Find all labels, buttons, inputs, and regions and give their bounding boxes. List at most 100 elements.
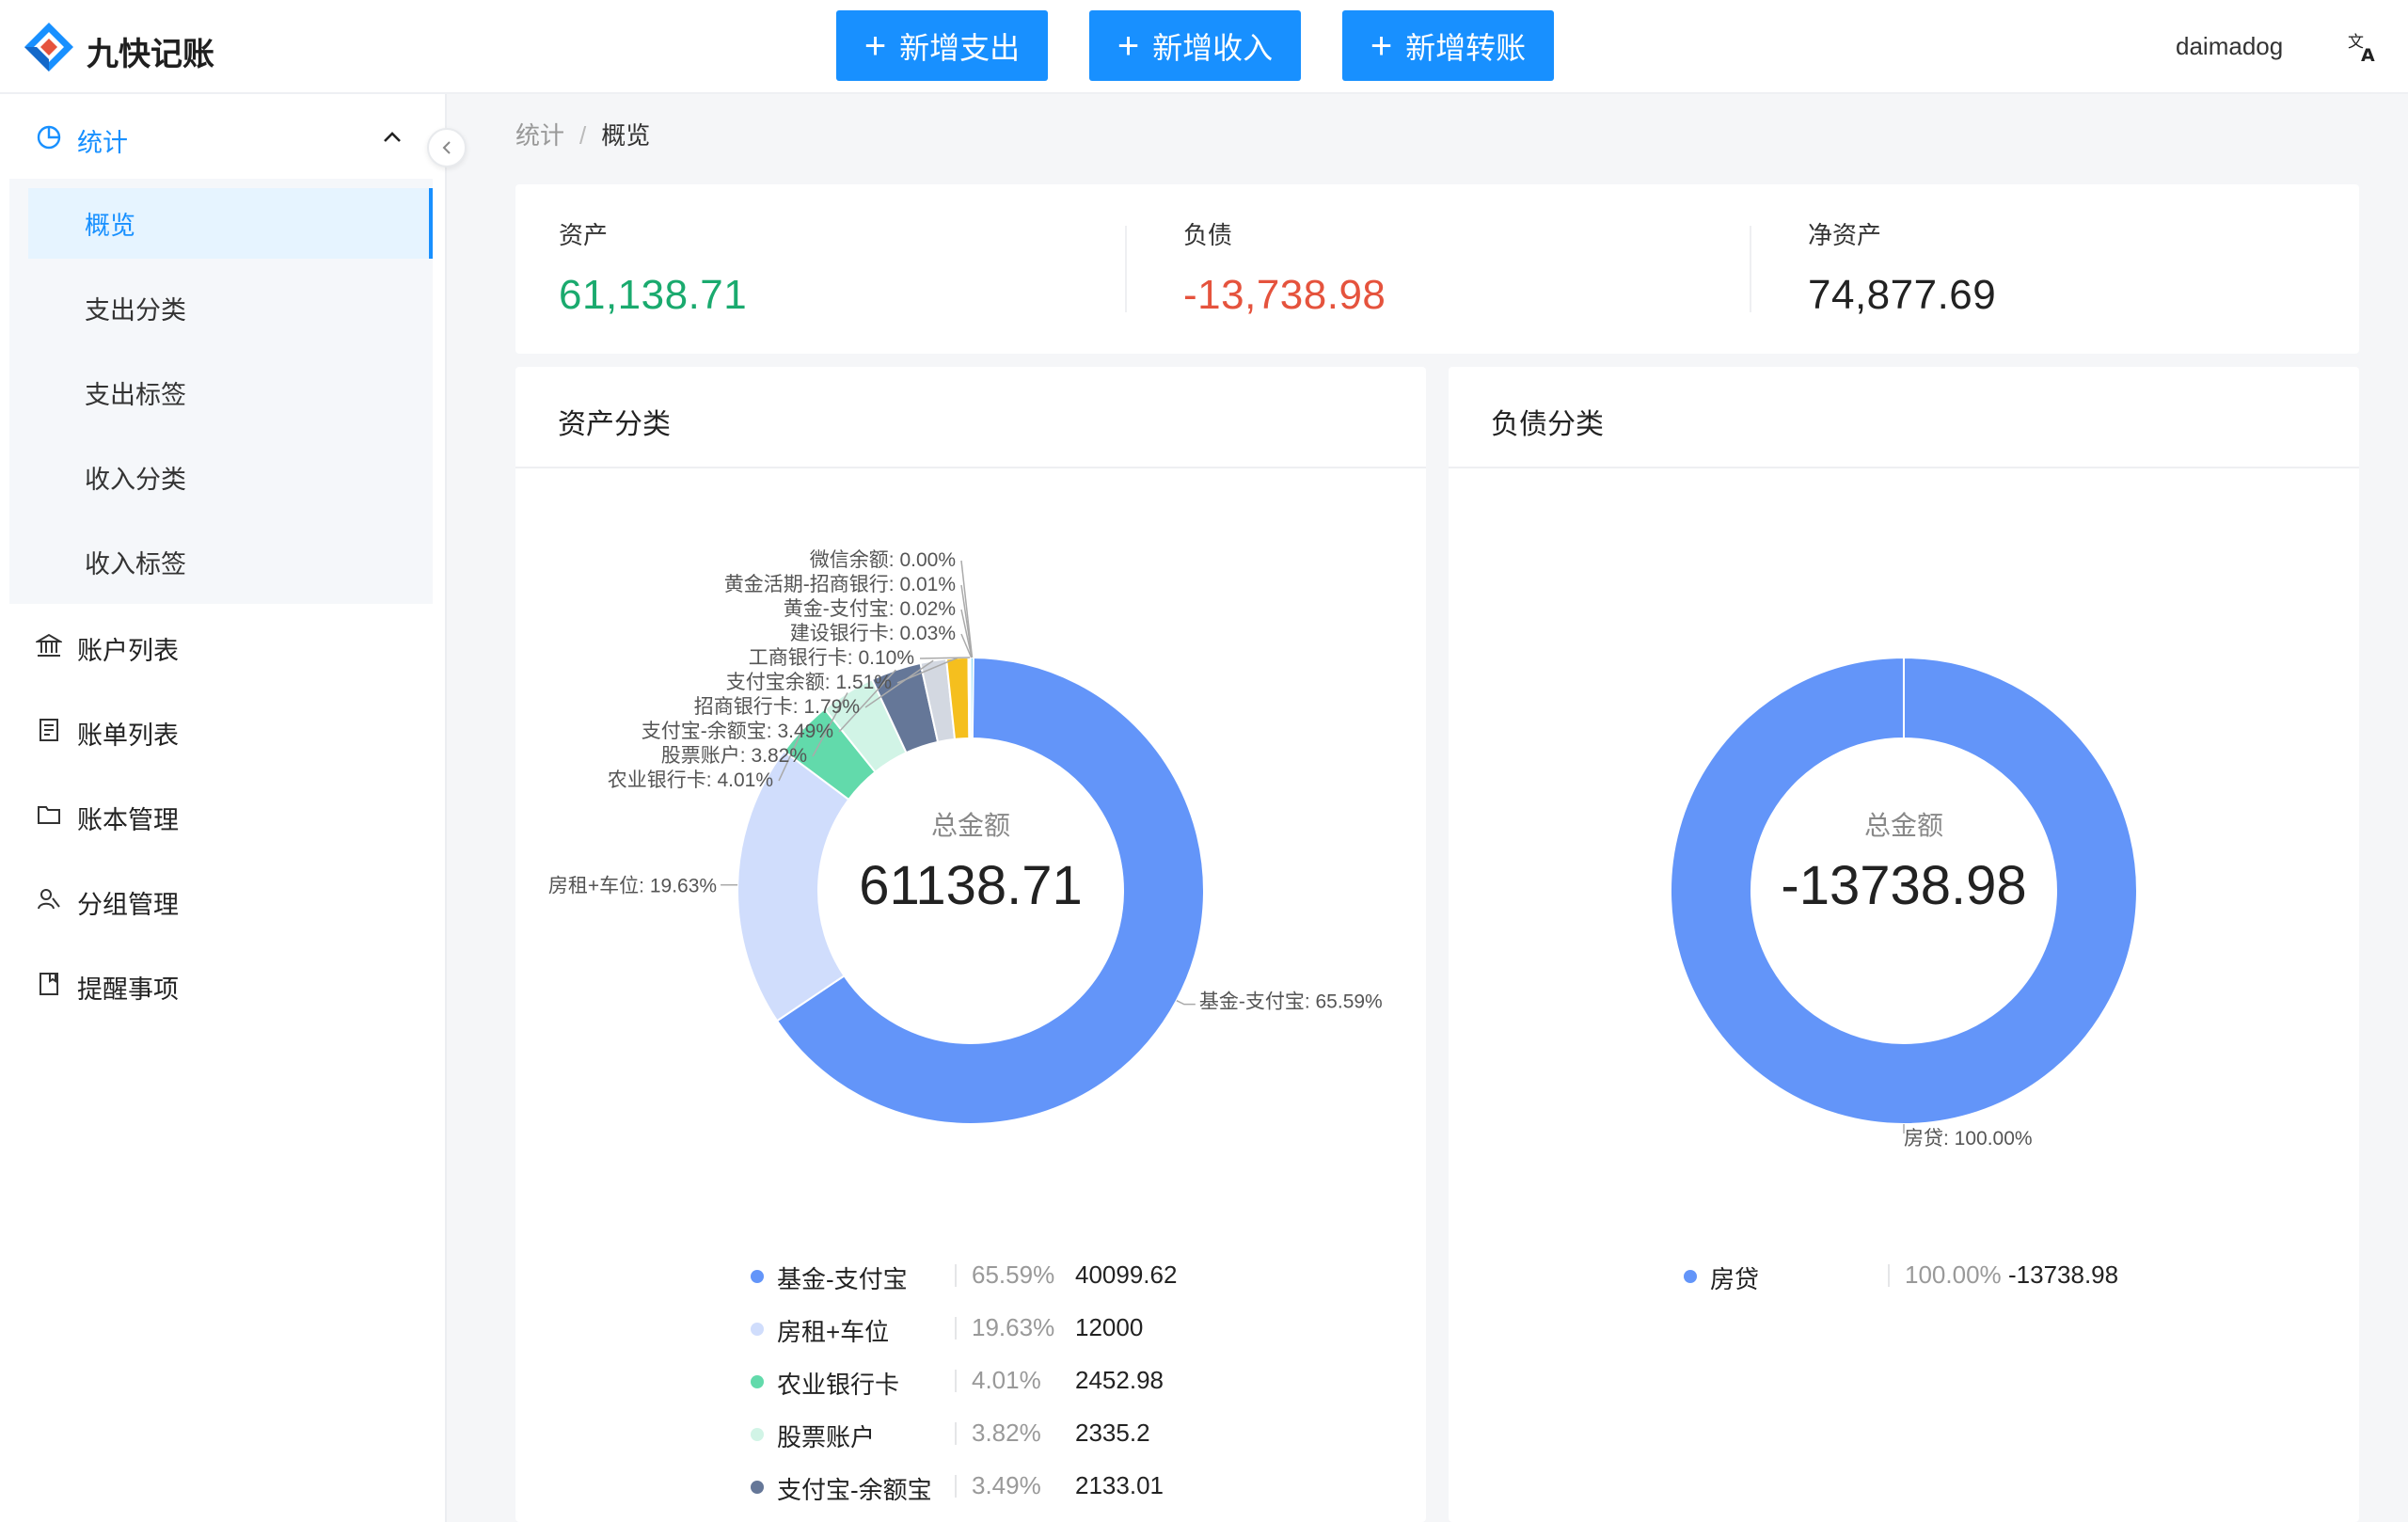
- sidebar-collapse-button[interactable]: [427, 128, 467, 167]
- center-total-label: 总金额: [931, 811, 1010, 840]
- liability-category-card: 负债分类 总金额 -13738.98 房贷: 100.00% 房贷 100.00% -1…: [1449, 367, 2359, 1522]
- group-icon: [38, 889, 60, 910]
- statistics-submenu: 概览 支出分类 支出标签 收入分类 收入标签: [9, 179, 433, 604]
- bill-icon: [40, 719, 58, 741]
- legend-value: 2335.2: [1075, 1419, 1150, 1447]
- liabilities-value: -13,738.98: [1183, 272, 1386, 318]
- slice-label-2: 农业银行卡: 4.01%: [608, 769, 773, 791]
- slice-label-10: 黄金活期-招商银行: 0.01%: [724, 574, 956, 595]
- slice-label-4: 支付宝-余额宝: 3.49%: [642, 721, 833, 742]
- app-logo-icon[interactable]: [23, 21, 75, 73]
- net-assets-stat: 净资产 74,877.69: [1808, 216, 1996, 319]
- legend-percent: 4.01%: [972, 1366, 1041, 1394]
- assets-stat: 资产 61,138.71: [559, 216, 747, 319]
- liabilities-label: 负债: [1183, 221, 1233, 249]
- legend-name: 股票账户: [777, 1423, 876, 1451]
- sidebar-item-label: 账户列表: [77, 637, 179, 665]
- legend-percent: 100.00%: [1905, 1260, 2002, 1289]
- legend-percent: 3.82%: [972, 1419, 1041, 1447]
- legend-dot-icon: [1684, 1270, 1697, 1283]
- user-menu[interactable]: daimadog: [2176, 32, 2283, 61]
- legend-dot-icon: [751, 1428, 764, 1441]
- add-income-button[interactable]: + 新增收入: [1089, 10, 1301, 81]
- folder-icon: [38, 806, 60, 824]
- reminder-icon: [40, 973, 58, 995]
- breadcrumb: 统计 / 概览: [515, 117, 650, 151]
- legend-name: 房租+车位: [777, 1318, 890, 1346]
- slice-label-0: 房贷: 100.00%: [1904, 1128, 2033, 1149]
- slice-label-1: 房租+车位: 19.63%: [548, 876, 717, 897]
- sidebar-item-overview[interactable]: 概览: [28, 188, 433, 259]
- legend-dot-icon: [751, 1481, 764, 1494]
- legend-value: 40099.62: [1075, 1260, 1178, 1289]
- sidebar-item-expense-category[interactable]: 支出分类: [28, 273, 433, 343]
- divider: [955, 1475, 957, 1498]
- slice-label-11-leader-line: [960, 560, 974, 658]
- sidebar-group-statistics[interactable]: 统计: [0, 94, 447, 179]
- add-transfer-label: 新增转账: [1405, 30, 1527, 65]
- divider: [955, 1370, 957, 1392]
- slice-label-11: 微信余额: 0.00%: [810, 549, 956, 571]
- assets-value: 61,138.71: [559, 272, 748, 318]
- breadcrumb-current: 概览: [601, 121, 651, 150]
- sidebar-item-label: 账单列表: [77, 721, 179, 750]
- plus-icon: +: [863, 24, 887, 67]
- legend-percent: 65.59%: [972, 1260, 1055, 1289]
- breadcrumb-parent[interactable]: 统计: [515, 121, 564, 150]
- summary-card: 资产 61,138.71 负债 -13,738.98 净资产 74,877.69: [515, 184, 2359, 354]
- divider: [1750, 226, 1751, 312]
- legend-value: 12000: [1075, 1313, 1144, 1341]
- pie-chart-icon: [37, 125, 61, 150]
- legend-percent: 19.63%: [972, 1313, 1055, 1341]
- pie-slice-1[interactable]: [737, 750, 850, 1023]
- svg-text:A: A: [2361, 45, 2375, 64]
- sidebar-item-bills[interactable]: 账单列表: [0, 692, 447, 768]
- app-name: 九快记账: [87, 37, 214, 72]
- slice-label-8: 建设银行卡: 0.03%: [790, 623, 956, 644]
- sidebar-item-label: 提醒事项: [77, 975, 179, 1004]
- legend-value: -13738.98: [2008, 1260, 2119, 1289]
- legend-dot-icon: [751, 1270, 764, 1283]
- chevron-left-icon: [442, 141, 451, 154]
- net-assets-value: 74,877.69: [1808, 272, 1997, 318]
- divider: [955, 1264, 957, 1287]
- slice-label-3: 股票账户: 3.82%: [661, 745, 807, 767]
- sidebar-item-groups[interactable]: 分组管理: [0, 862, 447, 937]
- legend-name: 基金-支付宝: [777, 1265, 908, 1293]
- breadcrumb-separator: /: [579, 121, 587, 150]
- pie-slice-10[interactable]: [969, 656, 974, 740]
- sidebar-item-accounts[interactable]: 账户列表: [0, 608, 447, 683]
- sidebar-item-reminders[interactable]: 提醒事项: [0, 946, 447, 1022]
- asset-donut-chart: 总金额 61138.71 基金-支付宝: 65.59% 房租+车位: 19.63% 农业…: [548, 549, 1383, 1125]
- legend-percent: 3.49%: [972, 1471, 1041, 1499]
- sidebar-item-ledgers[interactable]: 账本管理: [0, 777, 447, 852]
- sidebar-item-label: 账本管理: [77, 806, 179, 834]
- sidebar-item-income-category[interactable]: 收入分类: [28, 442, 433, 513]
- divider: [1888, 1264, 1890, 1287]
- sidebar-group-label: 统计: [77, 129, 128, 157]
- plus-icon: +: [1117, 24, 1140, 67]
- center-total-value: -13738.98: [1781, 855, 2026, 916]
- chevron-up-icon[interactable]: [382, 128, 403, 145]
- add-transfer-button[interactable]: + 新增转账: [1342, 10, 1554, 81]
- center-total-value: 61138.71: [859, 855, 1083, 916]
- net-assets-label: 净资产: [1808, 221, 1882, 249]
- legend-value: 2133.01: [1075, 1471, 1164, 1499]
- legend-dot-icon: [751, 1375, 764, 1388]
- legend-name: 支付宝-余额宝: [777, 1476, 932, 1504]
- slice-label-0: 基金-支付宝: 65.59%: [1199, 991, 1383, 1013]
- translate-icon[interactable]: 文 A: [2347, 30, 2381, 64]
- divider: [955, 1422, 957, 1445]
- sidebar-item-income-tags[interactable]: 收入标签: [28, 527, 433, 597]
- legend-name: 农业银行卡: [777, 1371, 900, 1399]
- slice-label-7: 工商银行卡: 0.10%: [749, 647, 914, 669]
- assets-label: 资产: [559, 221, 609, 249]
- asset-category-card: 资产分类 总金额 61138.71 基金-支付宝: 65.59% 房租+车位: 19.…: [515, 367, 1426, 1522]
- sidebar-item-expense-tags[interactable]: 支出标签: [28, 357, 433, 428]
- plus-icon: +: [1370, 24, 1393, 67]
- sidebar: 统计 概览 支出分类 支出标签 收入分类 收入标签 账户列表 账单列表 账本管理: [0, 94, 447, 1522]
- top-header: 九快记账 + 新增支出 + 新增收入 + 新增转账 daimadog 文 A: [0, 0, 2408, 94]
- sidebar-item-label: 分组管理: [77, 891, 179, 919]
- liability-donut-chart: 总金额 -13738.98 房贷: 100.00%: [1670, 656, 2138, 1149]
- add-expense-button[interactable]: + 新增支出: [836, 10, 1048, 81]
